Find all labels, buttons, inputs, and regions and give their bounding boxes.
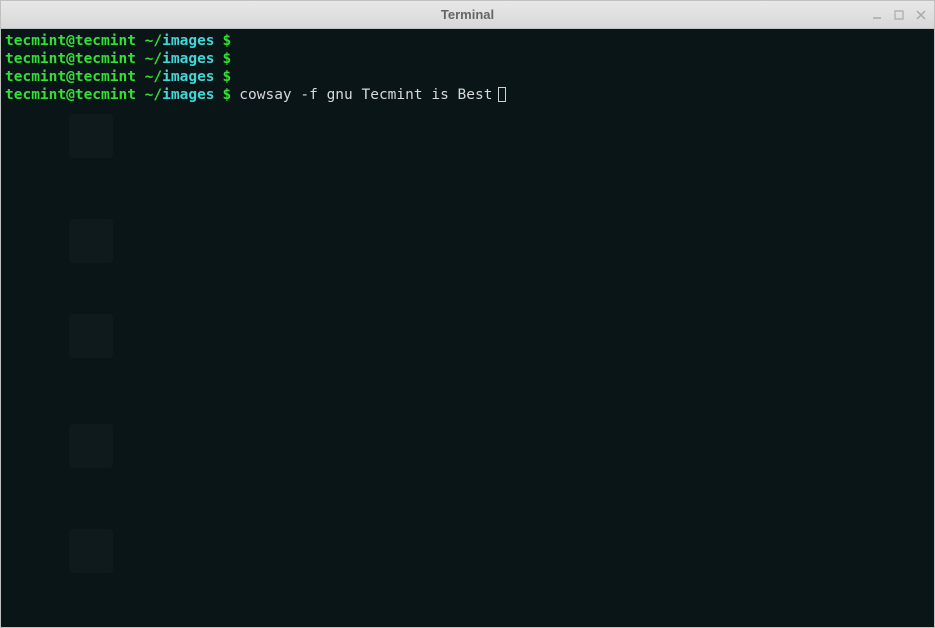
prompt-dir: images [162,32,214,50]
minimize-button[interactable] [870,8,884,22]
prompt-host: tecmint [75,50,136,68]
prompt-tilde: ~ [136,50,153,68]
window-title: Terminal [441,7,494,22]
prompt-user: tecmint [5,86,66,104]
prompt-slash: / [153,68,162,86]
desktop-ghost [41,424,141,474]
desktop-ghost [41,114,141,164]
terminal-window: Terminal tecmint@tecmint ~/images$ tecmi… [0,0,935,628]
prompt-slash: / [153,50,162,68]
prompt-line-with-command: tecmint@tecmint ~/images $ cowsay -f gnu T… [5,86,930,104]
prompt-dollar: $ [223,68,232,86]
maximize-button[interactable] [892,8,906,22]
titlebar[interactable]: Terminal [1,1,934,29]
window-controls [870,1,928,29]
prompt-user: tecmint [5,68,66,86]
prompt-line: tecmint@tecmint ~/images $ [5,50,930,68]
prompt-tilde: ~ [136,68,153,86]
desktop-ghost [41,219,141,269]
prompt-line: tecmint@tecmint ~/images $ [5,68,930,86]
prompt-user: tecmint [5,50,66,68]
prompt-dir: images [162,50,214,68]
prompt-tilde: ~ [136,86,153,104]
prompt-dir: images [162,68,214,86]
prompt-user: tecmint [5,32,66,50]
desktop-ghost [41,529,141,579]
close-button[interactable] [914,8,928,22]
prompt-at: @ [66,68,75,86]
prompt-host: tecmint [75,86,136,104]
prompt-dollar: $ [223,86,232,104]
prompt-at: @ [66,32,75,50]
prompt-at: @ [66,86,75,104]
cursor-icon [498,87,506,102]
terminal-body[interactable]: tecmint@tecmint ~/images$ tecmint@tecmin… [1,29,934,627]
prompt-slash: / [153,86,162,104]
prompt-host: tecmint [75,32,136,50]
prompt-line: tecmint@tecmint ~/images $ [5,32,930,50]
prompt-tilde: ~ [136,32,153,50]
prompt-at: @ [66,50,75,68]
prompt-dir: images [162,86,214,104]
prompt-host: tecmint [75,68,136,86]
command-text: cowsay -f gnu Tecmint is Best [239,86,492,104]
prompt-slash: / [153,32,162,50]
desktop-ghost [41,314,141,364]
prompt-dollar: $ [223,50,232,68]
prompt-dollar: $ [223,32,232,50]
